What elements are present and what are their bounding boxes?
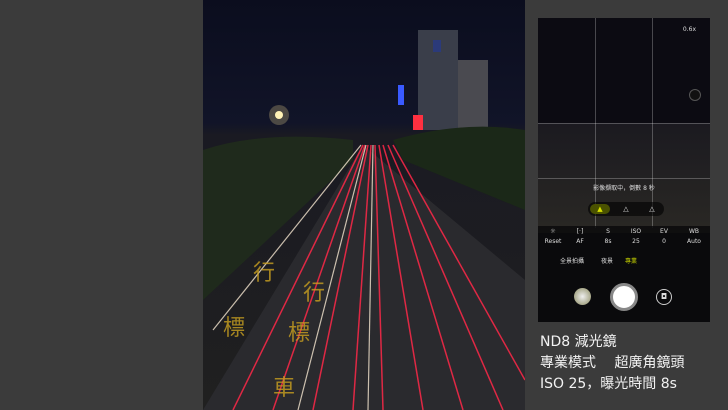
zoom-level[interactable]: 0.6x <box>683 26 696 33</box>
trail-mode-2-icon[interactable]: △ <box>616 204 636 214</box>
light-trail-selector[interactable]: ▲ △ △ <box>588 202 664 216</box>
svg-text:車: 車 <box>273 376 295 401</box>
long-exposure-photo: 行行 標標車 <box>203 0 525 410</box>
setting-s[interactable]: 8s <box>596 238 620 245</box>
switch-camera-icon[interactable]: ◘ <box>656 289 672 305</box>
reset-icon: ☼ <box>550 228 556 235</box>
grid-line <box>538 178 710 179</box>
caption-line-1: ND8 減光鏡 <box>540 334 617 350</box>
expand-icon[interactable] <box>689 89 701 101</box>
mode-panorama[interactable]: 全景拍攝 <box>560 256 584 265</box>
mode-night[interactable]: 夜景 <box>601 256 613 265</box>
focus-icon: [·] <box>576 228 584 235</box>
setting-iso[interactable]: 25 <box>624 238 648 245</box>
svg-text:標: 標 <box>288 321 310 346</box>
setting-reset[interactable]: Reset <box>541 238 565 245</box>
trail-mode-3-icon[interactable]: △ <box>642 204 662 214</box>
caption-line-3: ISO 25，曝光時間 8s <box>540 376 677 392</box>
setting-ev-label: EV <box>660 228 668 235</box>
svg-text:行: 行 <box>253 261 275 286</box>
caption-line-2: 專業模式 超廣角鏡頭 <box>540 355 685 371</box>
setting-af[interactable]: AF <box>568 238 592 245</box>
setting-ev[interactable]: 0 <box>652 238 676 245</box>
grid-line <box>538 123 710 124</box>
svg-text:行: 行 <box>303 281 325 306</box>
gallery-thumbnail[interactable] <box>574 288 591 305</box>
setting-s-label: S <box>606 228 610 235</box>
camera-app-screenshot: 0.6x 影像擷取中，倒數 8 秒 ▲ △ △ ☼ Reset [·] AF S… <box>538 18 710 322</box>
setting-wb[interactable]: Auto <box>681 238 707 245</box>
svg-text:標: 標 <box>223 316 245 341</box>
setting-wb-label: WB <box>688 228 700 235</box>
capture-status: 影像擷取中，倒數 8 秒 <box>593 185 655 192</box>
trail-mode-1-icon[interactable]: ▲ <box>590 204 610 214</box>
caption: ND8 減光鏡 專業模式 超廣角鏡頭 ISO 25，曝光時間 8s <box>540 332 684 395</box>
mode-pro[interactable]: 專業 <box>625 256 637 265</box>
shutter-button[interactable] <box>610 283 638 311</box>
setting-iso-label: ISO <box>630 228 642 235</box>
